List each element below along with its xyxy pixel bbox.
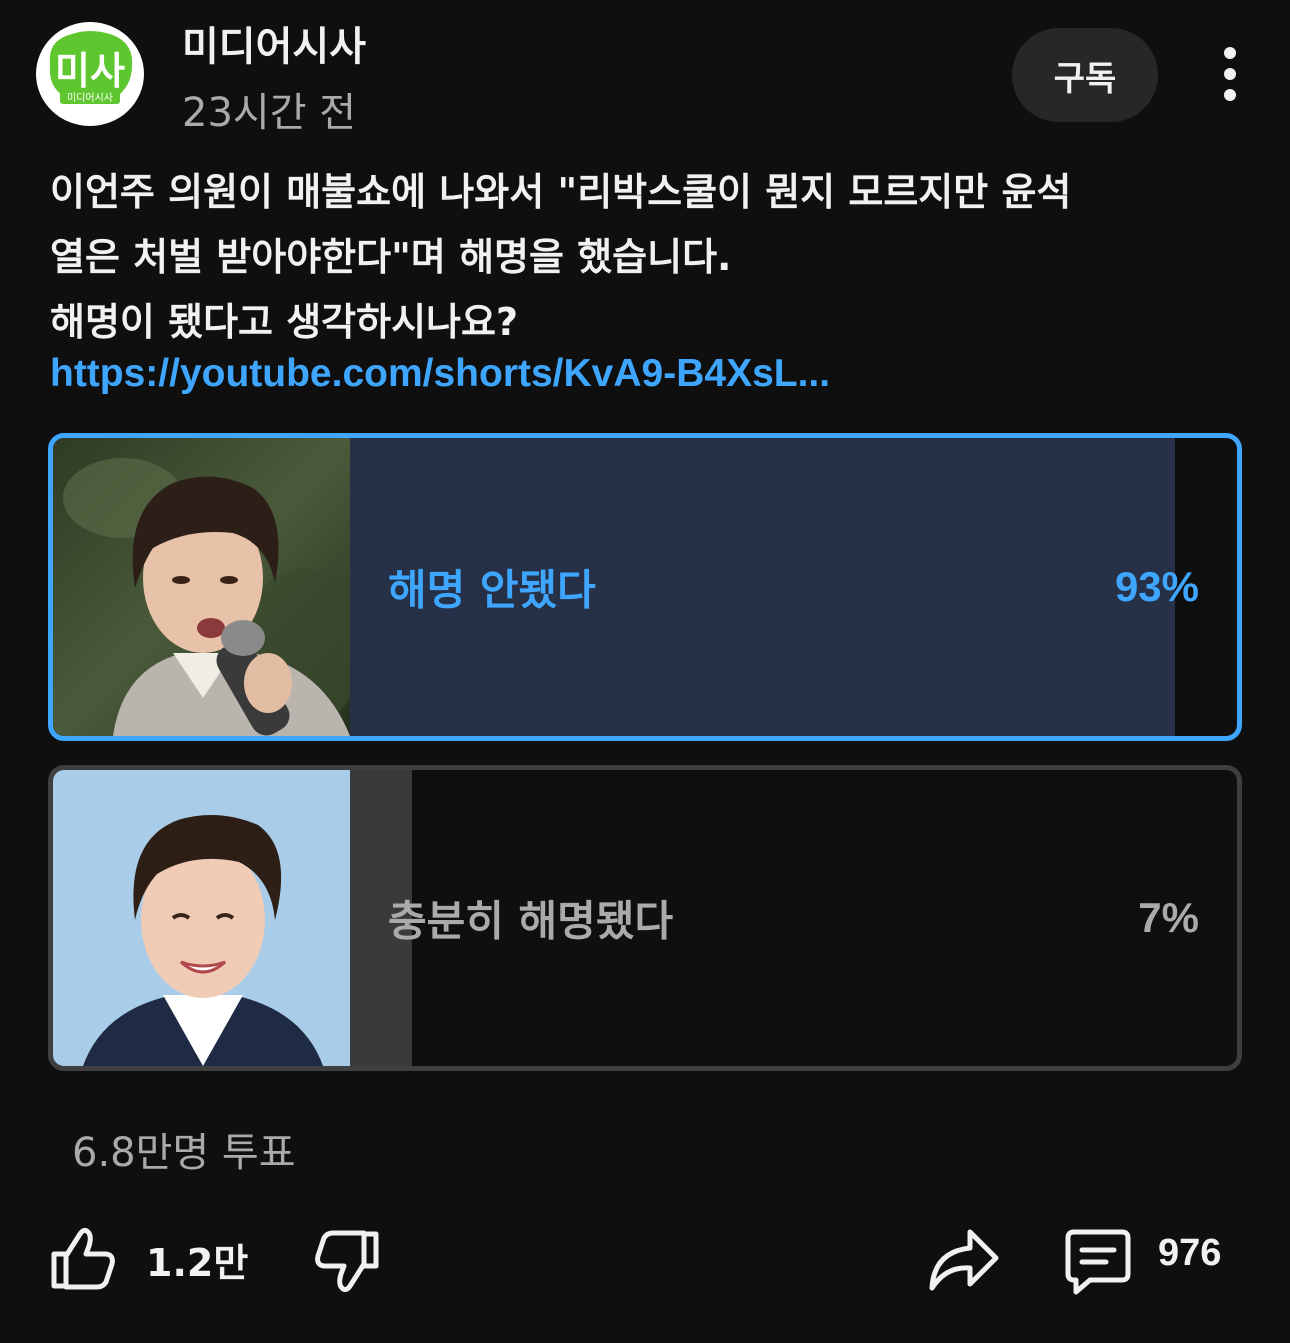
channel-avatar[interactable]: 미사 미디어시사	[36, 22, 144, 126]
share-icon	[929, 1229, 999, 1291]
poll-option-photo	[53, 438, 350, 736]
more-vertical-icon	[1224, 47, 1236, 101]
like-button[interactable]	[48, 1226, 118, 1292]
poll-option-percent: 7%	[1138, 894, 1199, 941]
channel-logo: 미사 미디어시사	[38, 24, 142, 124]
post-text-line: 열은 처벌 받아야한다"며 해명을 했습니다.	[50, 235, 732, 279]
thumbs-up-icon	[51, 1227, 115, 1290]
poll-option-1[interactable]: 해명 안됐다 93%	[48, 433, 1242, 741]
channel-name[interactable]: 미디어시사	[182, 14, 366, 72]
post-text-line: 이언주 의원이 매불쇼에 나와서 "리박스쿨이 뭔지 모르지만 윤석	[50, 170, 1072, 214]
post-time: 23시간 전	[182, 90, 357, 136]
comment-count: 976	[1158, 1232, 1222, 1274]
poll-option-label: 충분히 해명됐다	[388, 896, 674, 946]
poll-option-2[interactable]: 충분히 해명됐다 7%	[48, 765, 1242, 1071]
post-link[interactable]: https://youtube.com/shorts/KvA9-B4XsL...	[50, 352, 830, 396]
poll-option-label: 해명 안됐다	[388, 565, 596, 615]
more-options-button[interactable]	[1208, 44, 1252, 106]
comment-button[interactable]	[1062, 1228, 1134, 1296]
thumbs-down-icon	[315, 1230, 379, 1293]
poll-vote-count: 6.8만명 투표	[72, 1130, 296, 1176]
comment-icon	[1065, 1229, 1131, 1295]
post-text: 이언주 의원이 매불쇼에 나와서 "리박스쿨이 뭔지 모르지만 윤석 열은 처벌…	[50, 160, 1250, 355]
logo-text: 미사	[55, 49, 125, 93]
poll-option-percent: 93%	[1114, 563, 1199, 610]
subscribe-button[interactable]: 구독	[1012, 28, 1158, 122]
dislike-button[interactable]	[312, 1228, 382, 1294]
logo-subtext: 미디어시사	[67, 92, 113, 104]
post-text-line: 해명이 됐다고 생각하시나요?	[50, 300, 519, 344]
share-button[interactable]	[926, 1226, 1002, 1294]
poll-option-photo	[53, 770, 350, 1066]
like-count: 1.2만	[146, 1241, 249, 1285]
